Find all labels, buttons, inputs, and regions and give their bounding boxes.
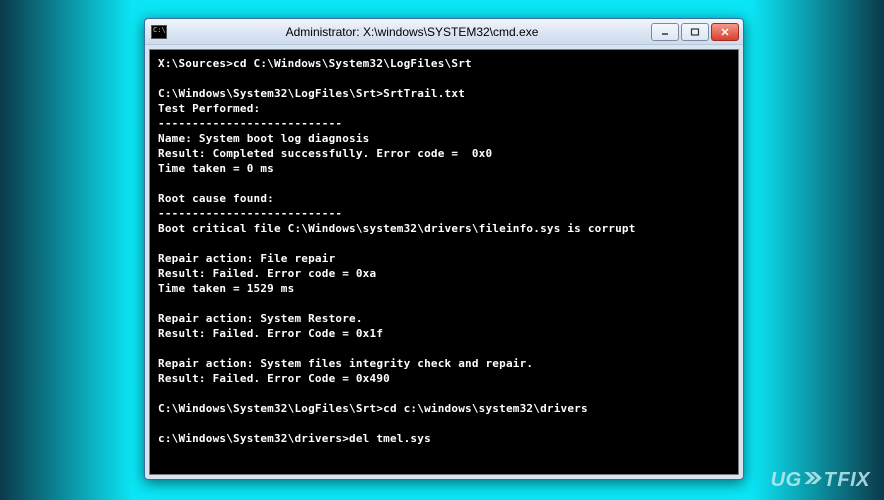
maximize-button[interactable] (681, 23, 709, 41)
terminal-line: Result: Completed successfully. Error co… (158, 146, 730, 161)
terminal-line: Repair action: File repair (158, 251, 730, 266)
cmd-window: C:\ Administrator: X:\windows\SYSTEM32\c… (144, 18, 744, 480)
terminal-line: C:\Windows\System32\LogFiles\Srt>SrtTrai… (158, 86, 730, 101)
terminal-line: C:\Windows\System32\LogFiles\Srt>cd c:\w… (158, 401, 730, 416)
terminal-line: Result: Failed. Error code = 0xa (158, 266, 730, 281)
terminal-line (158, 176, 730, 191)
terminal-line: c:\Windows\System32\drivers>del tmel.sys (158, 431, 730, 446)
window-client-area: X:\Sources>cd C:\Windows\System32\LogFil… (149, 49, 739, 475)
terminal-line: Result: Failed. Error Code = 0x1f (158, 326, 730, 341)
terminal-line (158, 341, 730, 356)
watermark-arrow-icon (802, 469, 824, 492)
window-controls (651, 23, 739, 41)
watermark-mid: T (824, 469, 837, 492)
terminal-line: --------------------------- (158, 116, 730, 131)
terminal-output[interactable]: X:\Sources>cd C:\Windows\System32\LogFil… (150, 50, 738, 474)
terminal-line: Repair action: System Restore. (158, 311, 730, 326)
watermark-post: FIX (837, 469, 870, 492)
terminal-line: Boot critical file C:\Windows\system32\d… (158, 221, 730, 236)
close-button[interactable] (711, 23, 739, 41)
terminal-line: Time taken = 1529 ms (158, 281, 730, 296)
terminal-line: Test Performed: (158, 101, 730, 116)
terminal-line (158, 236, 730, 251)
terminal-line: Name: System boot log diagnosis (158, 131, 730, 146)
terminal-line (158, 296, 730, 311)
terminal-line (158, 416, 730, 431)
terminal-line: X:\Sources>cd C:\Windows\System32\LogFil… (158, 56, 730, 71)
minimize-button[interactable] (651, 23, 679, 41)
terminal-line: Root cause found: (158, 191, 730, 206)
cmd-icon: C:\ (151, 25, 167, 39)
watermark-logo: UG T FIX (771, 469, 870, 492)
cmd-icon-label: C:\ (153, 27, 166, 34)
terminal-line: Time taken = 0 ms (158, 161, 730, 176)
terminal-line: Result: Failed. Error Code = 0x490 (158, 371, 730, 386)
watermark-pre: UG (771, 469, 802, 492)
terminal-line (158, 386, 730, 401)
terminal-line: Repair action: System files integrity ch… (158, 356, 730, 371)
window-title: Administrator: X:\windows\SYSTEM32\cmd.e… (173, 25, 651, 39)
terminal-line: --------------------------- (158, 206, 730, 221)
titlebar[interactable]: C:\ Administrator: X:\windows\SYSTEM32\c… (145, 19, 743, 45)
terminal-line (158, 71, 730, 86)
